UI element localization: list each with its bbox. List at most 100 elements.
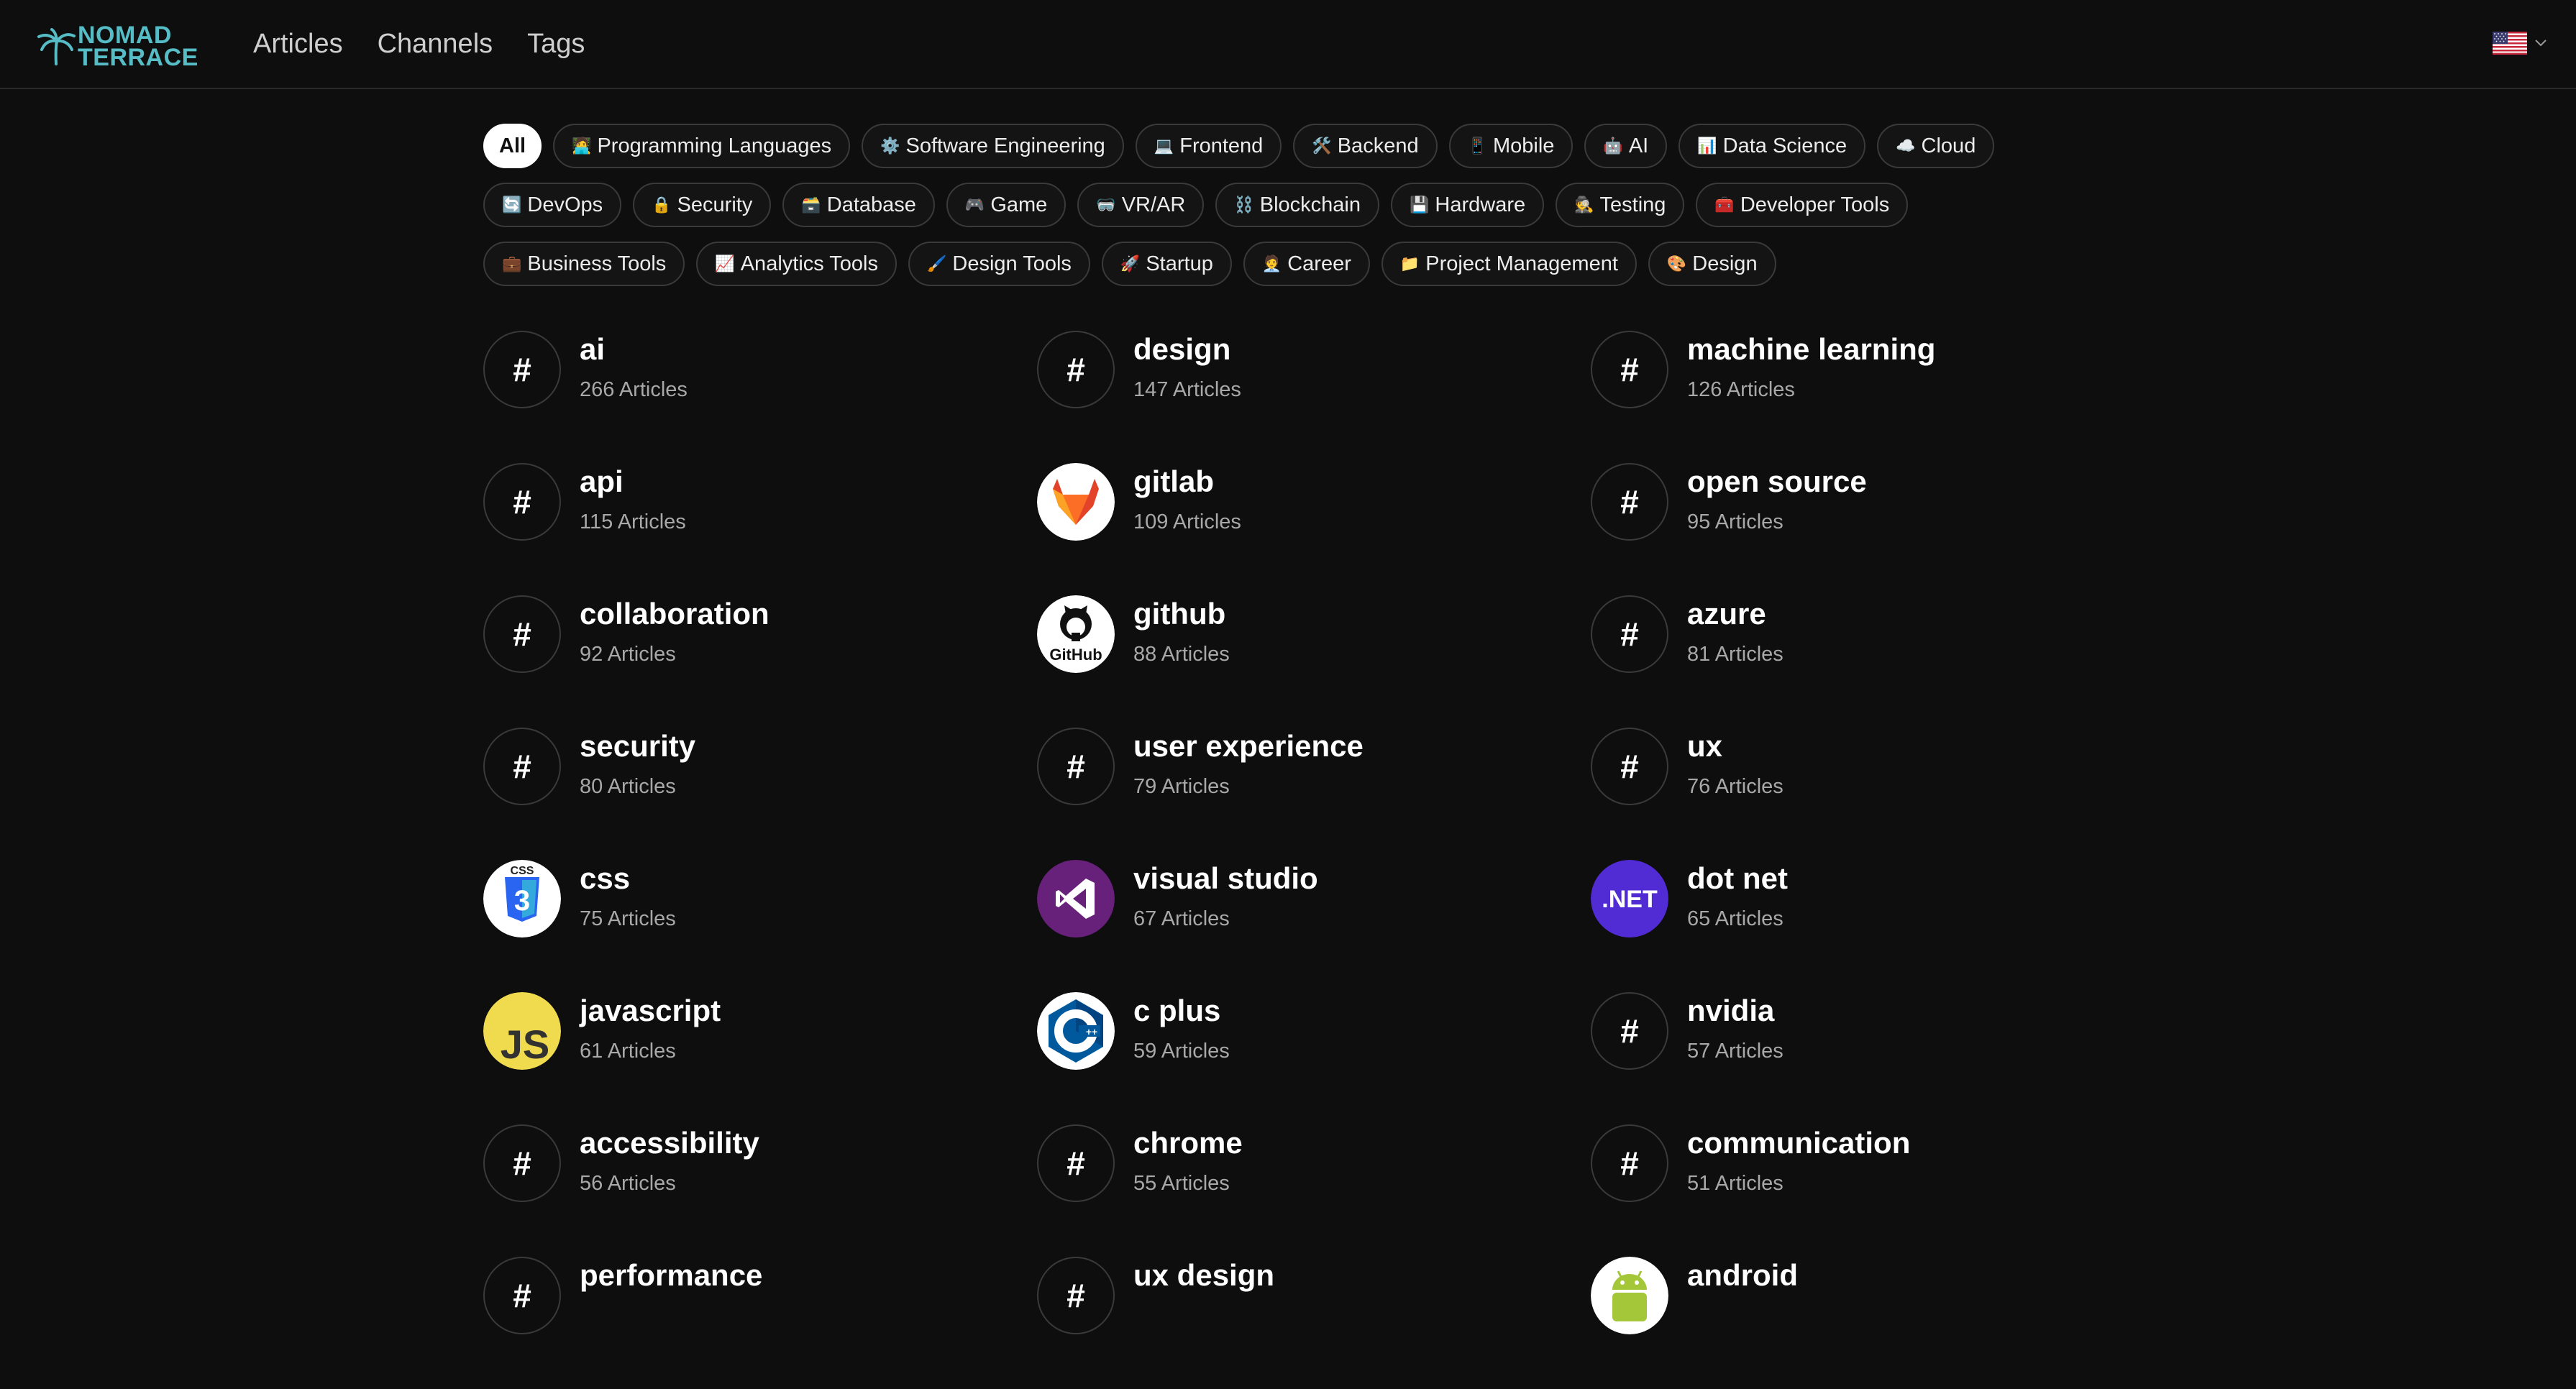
tag-item-azure[interactable]: # azure 81 Articles: [1591, 595, 2145, 728]
tag-item-machine-learning[interactable]: # machine learning 126 Articles: [1591, 331, 2145, 463]
tag-name: api: [580, 464, 624, 498]
android-avatar: [1591, 1257, 1668, 1334]
tag-name: android: [1687, 1258, 1798, 1292]
tag-name: ux: [1687, 729, 1723, 763]
category-emoji-icon: 🚀: [1120, 255, 1141, 273]
category-chip-label: Design Tools: [952, 252, 1072, 275]
language-selector[interactable]: [2493, 32, 2547, 55]
category-chip-mobile[interactable]: 📱 Mobile: [1448, 124, 1574, 168]
category-chip-startup[interactable]: 🚀 Startup: [1101, 242, 1232, 286]
tag-name: chrome: [1133, 1126, 1243, 1160]
tag-item-api[interactable]: # api 115 Articles: [483, 463, 1037, 595]
category-chip-label: VR/AR: [1121, 193, 1186, 216]
tag-item-github[interactable]: GitHub github 88 Articles: [1037, 595, 1591, 728]
tag-item-dot-net[interactable]: .NET dot net 65 Articles: [1591, 860, 2145, 992]
tag-item-ai[interactable]: # ai 266 Articles: [483, 331, 1037, 463]
category-chip-label: DevOps: [527, 193, 603, 216]
github-avatar: GitHub: [1037, 595, 1115, 673]
tag-item-c-plus[interactable]: ++ c plus 59 Articles: [1037, 992, 1591, 1124]
category-chip-programming-languages[interactable]: 🧑‍💻 Programming Languages: [553, 124, 851, 168]
tag-item-user-experience[interactable]: # user experience 79 Articles: [1037, 728, 1591, 860]
chevron-down-icon: [2535, 40, 2547, 47]
nav-tags[interactable]: Tags: [527, 29, 585, 60]
category-chip-data-science[interactable]: 📊 Data Science: [1678, 124, 1866, 168]
tag-item-design[interactable]: # design 147 Articles: [1037, 331, 1591, 463]
tag-item-android[interactable]: android: [1591, 1257, 2145, 1389]
dotnet-avatar: .NET: [1591, 860, 1668, 938]
tag-item-communication[interactable]: # communication 51 Articles: [1591, 1124, 2145, 1257]
svg-text:CSS: CSS: [511, 865, 534, 877]
tag-item-javascript[interactable]: JS javascript 61 Articles: [483, 992, 1037, 1124]
tag-item-visual-studio[interactable]: visual studio 67 Articles: [1037, 860, 1591, 992]
category-chip-business-tools[interactable]: 💼 Business Tools: [483, 242, 685, 286]
tag-article-count: 76 Articles: [1687, 775, 1783, 798]
tag-item-gitlab[interactable]: gitlab 109 Articles: [1037, 463, 1591, 595]
category-emoji-icon: 📈: [715, 255, 735, 273]
tag-article-count: 81 Articles: [1687, 643, 1783, 666]
category-chip-career[interactable]: 🧑‍💼 Career: [1243, 242, 1370, 286]
category-emoji-icon: 🧰: [1714, 196, 1735, 214]
tag-name: performance: [580, 1258, 763, 1292]
tag-article-count: 109 Articles: [1133, 510, 1241, 533]
tag-item-collaboration[interactable]: # collaboration 92 Articles: [483, 595, 1037, 728]
category-chip-database[interactable]: 🗃️ Database: [782, 183, 935, 227]
category-emoji-icon: 🖌️: [927, 255, 947, 273]
tag-item-ux[interactable]: # ux 76 Articles: [1591, 728, 2145, 860]
tag-item-open-source[interactable]: # open source 95 Articles: [1591, 463, 2145, 595]
hash-icon: #: [1037, 1124, 1115, 1202]
category-chip-label: Cloud: [1921, 134, 1976, 157]
category-chip-blockchain[interactable]: ⛓️ Blockchain: [1215, 183, 1379, 227]
category-chip-design-tools[interactable]: 🖌️ Design Tools: [908, 242, 1090, 286]
tag-name: collaboration: [580, 597, 769, 631]
category-chip-ai[interactable]: 🤖 AI: [1584, 124, 1668, 168]
tag-item-accessibility[interactable]: # accessibility 56 Articles: [483, 1124, 1037, 1257]
tag-item-security[interactable]: # security 80 Articles: [483, 728, 1037, 860]
tag-article-count: 266 Articles: [580, 378, 688, 401]
tag-item-performance[interactable]: # performance: [483, 1257, 1037, 1389]
nav-channels[interactable]: Channels: [378, 29, 493, 60]
category-chip-project-management[interactable]: 📁 Project Management: [1381, 242, 1637, 286]
category-chip-security[interactable]: 🔒 Security: [633, 183, 772, 227]
category-chip-all[interactable]: All: [483, 124, 542, 168]
category-chip-frontend[interactable]: 💻 Frontend: [1135, 124, 1282, 168]
nav-articles[interactable]: Articles: [253, 29, 343, 60]
tag-article-count: 95 Articles: [1687, 510, 1783, 533]
brand-line-2: TERRACE: [78, 44, 198, 71]
category-chip-label: Data Science: [1722, 134, 1847, 157]
tag-item-nvidia[interactable]: # nvidia 57 Articles: [1591, 992, 2145, 1124]
tag-grid: # ai 266 Articles # design 147 Articles # machi…: [483, 331, 2145, 1389]
category-chip-label: Business Tools: [527, 252, 667, 275]
category-chip-developer-tools[interactable]: 🧰 Developer Tools: [1696, 183, 1909, 227]
tag-article-count: 126 Articles: [1687, 378, 1795, 401]
category-chip-testing[interactable]: 🕵️ Testing: [1556, 183, 1685, 227]
category-chip-design[interactable]: 🎨 Design: [1648, 242, 1776, 286]
tag-article-count: 92 Articles: [580, 643, 676, 666]
category-chip-vr-ar[interactable]: 🥽 VR/AR: [1077, 183, 1205, 227]
tag-item-css[interactable]: CSS 3 css 75 Articles: [483, 860, 1037, 992]
tag-article-count: 57 Articles: [1687, 1040, 1783, 1063]
category-chip-software-engineering[interactable]: ⚙️ Software Engineering: [862, 124, 1124, 168]
category-chip-analytics-tools[interactable]: 📈 Analytics Tools: [696, 242, 897, 286]
tag-name: nvidia: [1687, 994, 1775, 1027]
category-emoji-icon: 🔒: [652, 196, 672, 214]
svg-text:.NET: .NET: [1602, 886, 1658, 913]
category-chip-game[interactable]: 🎮 Game: [946, 183, 1067, 227]
hash-icon: #: [483, 595, 561, 673]
tag-name: gitlab: [1133, 464, 1214, 498]
tag-article-count: 88 Articles: [1133, 643, 1230, 666]
brand-logo[interactable]: NOMAD TERRACE: [36, 23, 198, 71]
category-chip-label: Security: [677, 193, 753, 216]
category-chip-cloud[interactable]: ☁️ Cloud: [1877, 124, 1995, 168]
main-nav: Articles Channels Tags: [253, 29, 585, 60]
visualstudio-avatar: [1037, 860, 1115, 938]
category-chip-hardware[interactable]: 💾 Hardware: [1391, 183, 1545, 227]
category-emoji-icon: ⚙️: [880, 137, 900, 155]
tag-item-ux-design[interactable]: # ux design: [1037, 1257, 1591, 1389]
javascript-logo-icon: JS: [483, 992, 561, 1070]
category-chip-devops[interactable]: 🔄 DevOps: [483, 183, 622, 227]
category-chip-label: Testing: [1599, 193, 1666, 216]
category-chip-backend[interactable]: 🛠️ Backend: [1293, 124, 1438, 168]
category-chip-label: Frontend: [1179, 134, 1264, 157]
category-emoji-icon: ⛓️: [1234, 196, 1254, 214]
tag-item-chrome[interactable]: # chrome 55 Articles: [1037, 1124, 1591, 1257]
